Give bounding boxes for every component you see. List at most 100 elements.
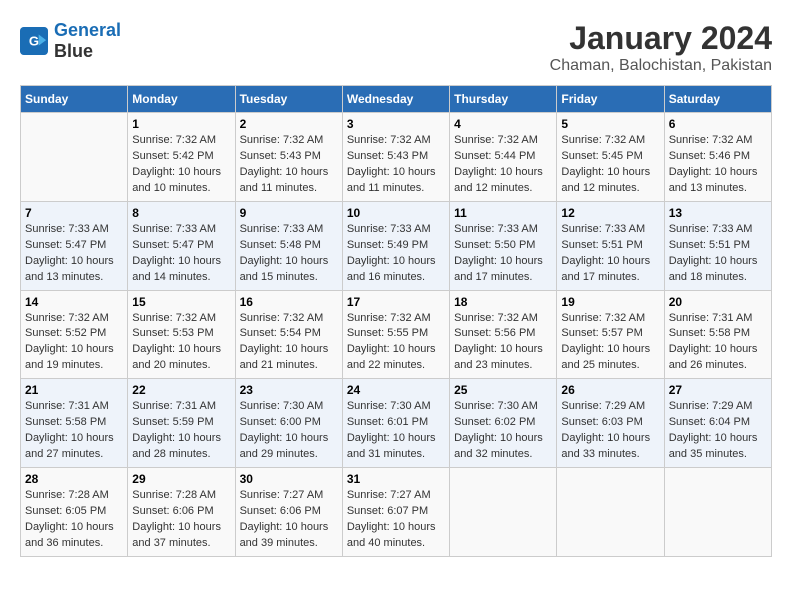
calendar-cell: 20 Sunrise: 7:31 AMSunset: 5:58 PMDayligh…	[664, 290, 771, 379]
week-row-5: 28 Sunrise: 7:28 AMSunset: 6:05 PMDayligh…	[21, 468, 772, 557]
day-number: 24	[347, 383, 445, 397]
calendar-cell: 13 Sunrise: 7:33 AMSunset: 5:51 PMDayligh…	[664, 201, 771, 290]
calendar-cell: 4Sunrise: 7:32 AMSunset: 5:44 PMDaylight…	[450, 113, 557, 202]
day-info: Sunrise: 7:33 AMSunset: 5:48 PMDaylight:…	[240, 222, 338, 286]
calendar-cell: 8Sunrise: 7:33 AMSunset: 5:47 PMDaylight…	[128, 201, 235, 290]
calendar-cell: 31Sunrise: 7:27 AMSunset: 6:07 PMDayligh…	[342, 468, 449, 557]
calendar-cell: 30 Sunrise: 7:27 AMSunset: 6:06 PMDayligh…	[235, 468, 342, 557]
day-info: Sunrise: 7:32 AMSunset: 5:52 PMDaylight:…	[25, 311, 123, 375]
day-number: 29	[132, 472, 230, 486]
day-number: 25	[454, 383, 552, 397]
page-header: G General Blue January 2024 Chaman, Balo…	[20, 20, 772, 75]
day-info: Sunrise: 7:33 AMSunset: 5:50 PMDaylight:…	[454, 222, 552, 286]
calendar-cell: 1Sunrise: 7:32 AMSunset: 5:42 PMDaylight…	[128, 113, 235, 202]
day-info: Sunrise: 7:29 AMSunset: 6:04 PMDaylight:…	[669, 399, 767, 463]
calendar-cell: 19 Sunrise: 7:32 AMSunset: 5:57 PMDayligh…	[557, 290, 664, 379]
day-info: Sunrise: 7:32 AMSunset: 5:43 PMDaylight:…	[240, 133, 338, 197]
col-header-sunday: Sunday	[21, 86, 128, 113]
day-info: Sunrise: 7:32 AMSunset: 5:56 PMDaylight:…	[454, 311, 552, 375]
day-info: Sunrise: 7:27 AMSunset: 6:06 PMDaylight:…	[240, 488, 338, 552]
calendar-cell: 22 Sunrise: 7:31 AMSunset: 5:59 PMDayligh…	[128, 379, 235, 468]
calendar-cell: 17 Sunrise: 7:32 AMSunset: 5:55 PMDayligh…	[342, 290, 449, 379]
calendar-cell: 11 Sunrise: 7:33 AMSunset: 5:50 PMDayligh…	[450, 201, 557, 290]
col-header-saturday: Saturday	[664, 86, 771, 113]
day-number: 14	[25, 295, 123, 309]
logo-text: General Blue	[54, 20, 121, 62]
header-row: SundayMondayTuesdayWednesdayThursdayFrid…	[21, 86, 772, 113]
day-info: Sunrise: 7:31 AMSunset: 5:58 PMDaylight:…	[25, 399, 123, 463]
day-info: Sunrise: 7:32 AMSunset: 5:44 PMDaylight:…	[454, 133, 552, 197]
day-number: 15	[132, 295, 230, 309]
day-info: Sunrise: 7:30 AMSunset: 6:00 PMDaylight:…	[240, 399, 338, 463]
calendar-cell: 15 Sunrise: 7:32 AMSunset: 5:53 PMDayligh…	[128, 290, 235, 379]
day-number: 28	[25, 472, 123, 486]
day-number: 27	[669, 383, 767, 397]
day-number: 22	[132, 383, 230, 397]
calendar-cell: 25Sunrise: 7:30 AMSunset: 6:02 PMDayligh…	[450, 379, 557, 468]
calendar-cell: 12 Sunrise: 7:33 AMSunset: 5:51 PMDayligh…	[557, 201, 664, 290]
day-number: 20	[669, 295, 767, 309]
day-info: Sunrise: 7:32 AMSunset: 5:43 PMDaylight:…	[347, 133, 445, 197]
day-info: Sunrise: 7:32 AMSunset: 5:53 PMDaylight:…	[132, 311, 230, 375]
day-number: 1	[132, 117, 230, 131]
day-info: Sunrise: 7:33 AMSunset: 5:51 PMDaylight:…	[669, 222, 767, 286]
day-number: 5	[561, 117, 659, 131]
day-number: 2	[240, 117, 338, 131]
week-row-4: 21 Sunrise: 7:31 AMSunset: 5:58 PMDayligh…	[21, 379, 772, 468]
day-number: 3	[347, 117, 445, 131]
calendar-cell: 9 Sunrise: 7:33 AMSunset: 5:48 PMDaylight…	[235, 201, 342, 290]
day-info: Sunrise: 7:30 AMSunset: 6:01 PMDaylight:…	[347, 399, 445, 463]
day-number: 17	[347, 295, 445, 309]
logo: G General Blue	[20, 20, 121, 62]
col-header-friday: Friday	[557, 86, 664, 113]
calendar-cell: 14 Sunrise: 7:32 AMSunset: 5:52 PMDayligh…	[21, 290, 128, 379]
calendar-cell: 5 Sunrise: 7:32 AMSunset: 5:45 PMDaylight…	[557, 113, 664, 202]
calendar-cell	[21, 113, 128, 202]
day-info: Sunrise: 7:32 AMSunset: 5:45 PMDaylight:…	[561, 133, 659, 197]
day-number: 13	[669, 206, 767, 220]
calendar-cell: 23 Sunrise: 7:30 AMSunset: 6:00 PMDayligh…	[235, 379, 342, 468]
day-info: Sunrise: 7:32 AMSunset: 5:46 PMDaylight:…	[669, 133, 767, 197]
day-info: Sunrise: 7:28 AMSunset: 6:06 PMDaylight:…	[132, 488, 230, 552]
col-header-wednesday: Wednesday	[342, 86, 449, 113]
calendar-cell	[557, 468, 664, 557]
week-row-3: 14 Sunrise: 7:32 AMSunset: 5:52 PMDayligh…	[21, 290, 772, 379]
col-header-thursday: Thursday	[450, 86, 557, 113]
calendar-cell: 18Sunrise: 7:32 AMSunset: 5:56 PMDayligh…	[450, 290, 557, 379]
day-number: 30	[240, 472, 338, 486]
day-number: 16	[240, 295, 338, 309]
svg-text:G: G	[29, 34, 39, 49]
calendar-cell: 29 Sunrise: 7:28 AMSunset: 6:06 PMDayligh…	[128, 468, 235, 557]
day-info: Sunrise: 7:33 AMSunset: 5:47 PMDaylight:…	[25, 222, 123, 286]
day-number: 31	[347, 472, 445, 486]
title-block: January 2024 Chaman, Balochistan, Pakist…	[550, 20, 772, 75]
day-number: 6	[669, 117, 767, 131]
calendar-cell: 16Sunrise: 7:32 AMSunset: 5:54 PMDayligh…	[235, 290, 342, 379]
week-row-2: 7 Sunrise: 7:33 AMSunset: 5:47 PMDaylight…	[21, 201, 772, 290]
calendar-cell: 26 Sunrise: 7:29 AMSunset: 6:03 PMDayligh…	[557, 379, 664, 468]
calendar-cell: 28 Sunrise: 7:28 AMSunset: 6:05 PMDayligh…	[21, 468, 128, 557]
calendar-cell: 7 Sunrise: 7:33 AMSunset: 5:47 PMDaylight…	[21, 201, 128, 290]
day-info: Sunrise: 7:32 AMSunset: 5:57 PMDaylight:…	[561, 311, 659, 375]
day-number: 23	[240, 383, 338, 397]
day-info: Sunrise: 7:33 AMSunset: 5:49 PMDaylight:…	[347, 222, 445, 286]
day-number: 21	[25, 383, 123, 397]
day-number: 12	[561, 206, 659, 220]
day-info: Sunrise: 7:33 AMSunset: 5:51 PMDaylight:…	[561, 222, 659, 286]
day-number: 19	[561, 295, 659, 309]
day-number: 11	[454, 206, 552, 220]
logo-icon: G	[20, 27, 48, 55]
day-info: Sunrise: 7:33 AMSunset: 5:47 PMDaylight:…	[132, 222, 230, 286]
calendar-cell: 10Sunrise: 7:33 AMSunset: 5:49 PMDayligh…	[342, 201, 449, 290]
day-info: Sunrise: 7:32 AMSunset: 5:55 PMDaylight:…	[347, 311, 445, 375]
day-number: 26	[561, 383, 659, 397]
calendar-cell	[450, 468, 557, 557]
day-info: Sunrise: 7:29 AMSunset: 6:03 PMDaylight:…	[561, 399, 659, 463]
calendar-cell: 24 Sunrise: 7:30 AMSunset: 6:01 PMDayligh…	[342, 379, 449, 468]
day-number: 7	[25, 206, 123, 220]
day-info: Sunrise: 7:31 AMSunset: 5:58 PMDaylight:…	[669, 311, 767, 375]
day-info: Sunrise: 7:31 AMSunset: 5:59 PMDaylight:…	[132, 399, 230, 463]
calendar-cell: 6 Sunrise: 7:32 AMSunset: 5:46 PMDaylight…	[664, 113, 771, 202]
day-info: Sunrise: 7:28 AMSunset: 6:05 PMDaylight:…	[25, 488, 123, 552]
day-number: 9	[240, 206, 338, 220]
